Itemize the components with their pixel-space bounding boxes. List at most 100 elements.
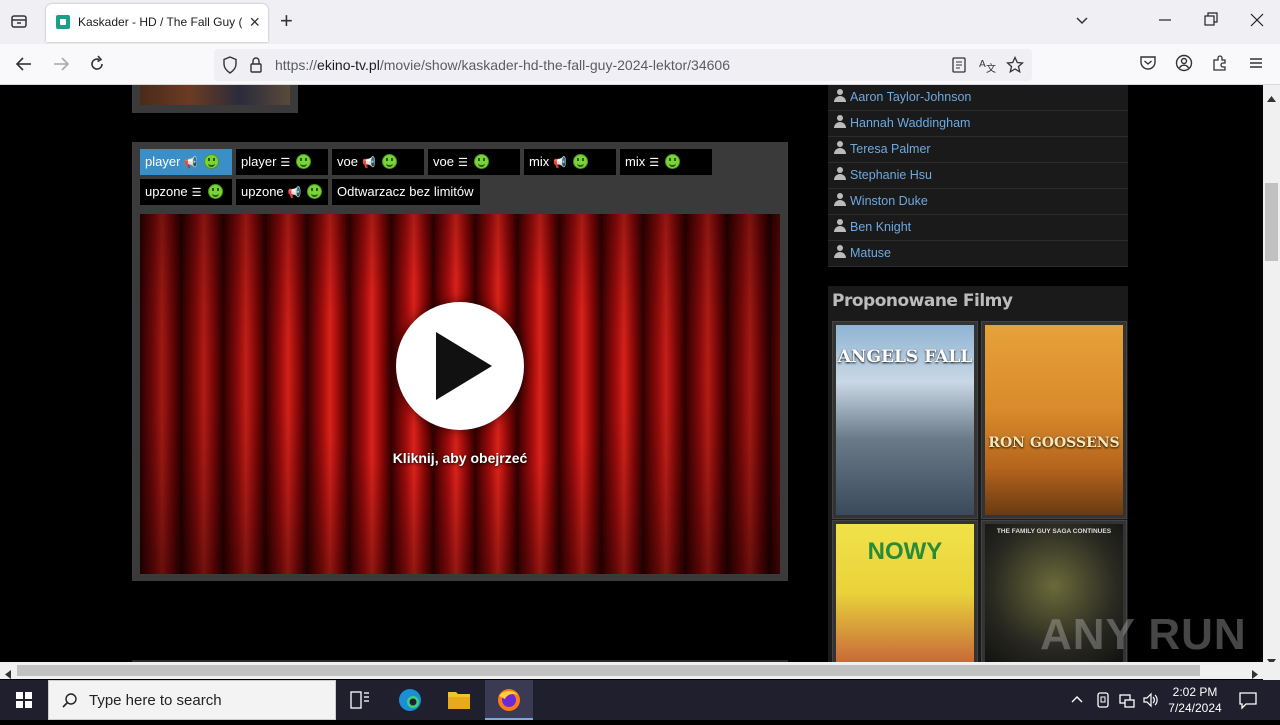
source-button-player-lektor[interactable]: player 📢 <box>140 149 232 175</box>
close-tab-icon[interactable]: × <box>249 12 260 32</box>
poster-image <box>140 85 290 105</box>
cast-name[interactable]: Ben Knight <box>850 220 911 234</box>
tab-bar: Kaskader - HD / The Fall Guy (2024) × + <box>0 0 1280 44</box>
back-arrow-icon[interactable] <box>13 54 35 76</box>
tab-title: Kaskader - HD / The Fall Guy (2024) <box>78 15 242 29</box>
smiley-icon <box>665 154 681 169</box>
source-button-voe-lektor[interactable]: voe 📢 <box>332 149 424 175</box>
cast-list: Aaron Taylor-Johnson Hannah Waddingham T… <box>828 85 1128 267</box>
scrollbar-corner <box>1263 662 1280 680</box>
page-content: player 📢 player ☰ voe 📢 voe ☰ mix 📢 mix ☰ upzo… <box>0 85 1263 662</box>
cast-item[interactable]: Winston Duke <box>828 189 1128 215</box>
device-icon[interactable] <box>1095 691 1111 714</box>
source-button-upzone-napisy[interactable]: upzone ☰ <box>140 179 232 205</box>
unlimited-player-button[interactable]: Odtwarzacz bez limitów <box>332 179 480 205</box>
source-label: player <box>241 154 277 169</box>
source-button-upzone-lektor[interactable]: upzone 📢 <box>236 179 328 205</box>
suggested-poster-ron-goossens[interactable]: RON GOOSSENS <box>981 321 1127 519</box>
system-clock[interactable]: 2:02 PM 7/24/2024 <box>1160 684 1230 716</box>
megaphone-icon: 📢 <box>361 157 376 169</box>
poster-label: RON GOOSSENS <box>988 435 1120 451</box>
tab-list-icon[interactable] <box>10 12 28 30</box>
notifications-icon[interactable] <box>1238 690 1258 715</box>
list-all-tabs-icon[interactable] <box>1074 12 1090 33</box>
smiley-icon <box>473 154 489 169</box>
cast-name[interactable]: Stephanie Hsu <box>850 168 932 182</box>
reader-view-icon[interactable] <box>951 57 967 78</box>
pocket-icon[interactable] <box>1137 54 1159 76</box>
minimize-icon[interactable] <box>1158 12 1172 33</box>
volume-icon[interactable] <box>1142 691 1160 714</box>
megaphone-icon: 📢 <box>184 157 199 169</box>
edge-browser-icon[interactable] <box>386 680 434 720</box>
vertical-scrollbar[interactable] <box>1263 85 1280 665</box>
cast-item[interactable]: Hannah Waddingham <box>828 111 1128 137</box>
search-icon <box>61 692 79 715</box>
horizontal-scroll-thumb[interactable] <box>17 665 1200 676</box>
person-icon <box>834 167 846 180</box>
suggested-poster-angels-fall[interactable]: ANGELS FALL <box>832 321 978 519</box>
cast-item[interactable]: Aaron Taylor-Johnson <box>828 85 1128 111</box>
suggested-poster-nowy[interactable]: NOWY <box>832 520 978 662</box>
windows-logo-icon <box>16 692 32 708</box>
lock-icon[interactable] <box>249 56 263 79</box>
click-to-watch-text[interactable]: Kliknij, aby obejrzeć <box>140 450 780 466</box>
extensions-icon[interactable] <box>1209 54 1231 76</box>
browser-tab[interactable]: Kaskader - HD / The Fall Guy (2024) × <box>46 4 268 42</box>
network-icon[interactable] <box>1118 691 1136 714</box>
source-label: upzone <box>145 184 188 199</box>
shield-icon[interactable] <box>222 56 238 79</box>
cast-name[interactable]: Hannah Waddingham <box>850 116 970 130</box>
forward-arrow-icon[interactable] <box>50 54 72 76</box>
taskbar-search[interactable]: Type here to search <box>48 680 336 720</box>
anyrun-watermark: ANY RUN <box>1040 610 1247 659</box>
address-bar[interactable]: https://ekino-tv.pl/movie/show/kaskader-… <box>214 49 1032 81</box>
translate-icon[interactable]: A文 <box>978 56 996 79</box>
source-button-mix-napisy[interactable]: mix ☰ <box>620 149 712 175</box>
vertical-scroll-thumb[interactable] <box>1265 183 1278 261</box>
cast-item[interactable]: Stephanie Hsu <box>828 163 1128 189</box>
megaphone-icon: 📢 <box>287 187 302 199</box>
video-player[interactable]: Kliknij, aby obejrzeć <box>140 214 780 574</box>
person-icon <box>834 115 846 128</box>
cast-name[interactable]: Teresa Palmer <box>850 142 931 156</box>
restore-icon[interactable] <box>1204 12 1218 33</box>
cast-item[interactable]: Teresa Palmer <box>828 137 1128 163</box>
subtitles-icon: ☰ <box>280 157 291 169</box>
poster-label: NOWY <box>867 538 943 565</box>
svg-text:文: 文 <box>986 62 996 74</box>
task-view-icon[interactable] <box>336 680 384 720</box>
person-icon <box>834 245 846 258</box>
cast-name[interactable]: Winston Duke <box>850 194 928 208</box>
file-explorer-icon[interactable] <box>435 680 483 720</box>
menu-icon[interactable] <box>1245 54 1267 76</box>
new-tab-icon[interactable]: + <box>280 10 293 32</box>
cast-name[interactable]: Matuse <box>850 246 891 260</box>
smiley-icon <box>381 154 397 169</box>
horizontal-scrollbar[interactable] <box>0 662 1263 679</box>
source-button-mix-lektor[interactable]: mix 📢 <box>524 149 616 175</box>
play-button[interactable] <box>396 302 524 430</box>
clock-time: 2:02 PM <box>1172 685 1218 699</box>
cast-item[interactable]: Ben Knight <box>828 215 1128 241</box>
source-label: voe <box>433 154 454 169</box>
account-icon[interactable] <box>1173 54 1195 76</box>
show-hidden-icons-icon[interactable] <box>1070 692 1084 711</box>
cast-item[interactable]: Matuse <box>828 241 1128 267</box>
smiley-icon <box>572 154 588 169</box>
url-text[interactable]: https://ekino-tv.pl/movie/show/kaskader-… <box>275 57 730 73</box>
source-button-voe-napisy[interactable]: voe ☰ <box>428 149 520 175</box>
reload-icon[interactable] <box>86 54 108 76</box>
source-label: upzone <box>241 184 284 199</box>
poster-label: ANGELS FALL <box>837 347 973 367</box>
source-button-player-napisy[interactable]: player ☰ <box>236 149 328 175</box>
cast-name[interactable]: Aaron Taylor-Johnson <box>850 90 971 104</box>
bookmark-star-icon[interactable] <box>1005 55 1025 79</box>
site-favicon-icon <box>56 15 70 29</box>
start-button[interactable] <box>0 680 48 720</box>
close-window-icon[interactable] <box>1250 12 1264 33</box>
scroll-up-icon[interactable] <box>1267 89 1276 107</box>
firefox-icon[interactable] <box>485 680 533 720</box>
unlimited-player-label: Odtwarzacz bez limitów <box>337 184 474 199</box>
person-icon <box>834 193 846 206</box>
